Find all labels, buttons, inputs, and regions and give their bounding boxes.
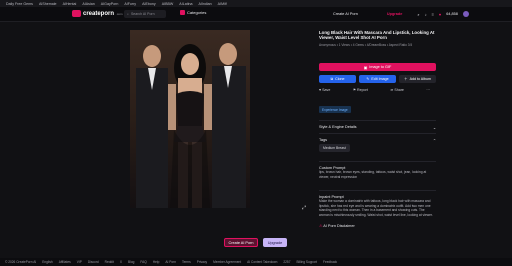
- share-button[interactable]: ➦ Share: [390, 88, 404, 92]
- page-title: Long Black Hair With Mascara And Lipstic…: [319, 30, 435, 41]
- search-icon[interactable]: ⌕: [417, 12, 419, 17]
- report-label: Report: [357, 88, 368, 92]
- image-to-gif-button[interactable]: ▣ Image to GIF: [319, 63, 436, 71]
- chevron-up-icon: ⌃: [432, 139, 436, 143]
- upgrade-button[interactable]: Upgrade: [263, 238, 287, 247]
- footer-link[interactable]: Discord: [88, 260, 99, 264]
- footer: © 2026 CreatePorn AI English Affiliates …: [0, 258, 512, 266]
- footer-link[interactable]: AI Porn: [165, 260, 176, 264]
- top-links-bar: Daily Free Gems AIShemale AIHentai AIAsi…: [0, 0, 512, 7]
- top-link[interactable]: AIEbony: [142, 2, 156, 6]
- copyright: © 2026 CreatePorn AI: [5, 260, 37, 264]
- search-placeholder: Search AI Porn: [130, 12, 155, 16]
- secondary-actions: ♥ Save ⚑ Report ➦ Share ⋯: [319, 88, 436, 92]
- footer-link[interactable]: AI Content Takedown: [247, 260, 277, 264]
- style-engine-section[interactable]: Style & Engine Details ⌄: [319, 120, 436, 130]
- categories-button[interactable]: Categories: [180, 10, 206, 15]
- footer-link[interactable]: Reddit: [105, 260, 114, 264]
- heart-icon[interactable]: ♥: [439, 12, 441, 17]
- footer-link[interactable]: 2257: [283, 260, 290, 264]
- inpaint-prompt-section[interactable]: Inpaint Prompt: [319, 190, 436, 199]
- categories-label: Categories: [187, 10, 207, 15]
- top-link[interactable]: AIHentai: [63, 2, 77, 6]
- avatar[interactable]: [462, 11, 469, 17]
- navbar-actions: Create AI Porn Upgrade ⌕ ♪ ≡ ♥ 64,858: [333, 11, 469, 17]
- edit-image-button[interactable]: ✎ Edit Image: [359, 75, 396, 83]
- disclaimer-link[interactable]: ⚠ AI Porn Disclaimer: [319, 223, 355, 228]
- album-icon: ＋: [404, 76, 408, 81]
- footer-link[interactable]: FAQ: [140, 260, 146, 264]
- main-navbar: createporn .com ⌕ Search AI Porn Categor…: [0, 7, 512, 22]
- experience-image-badge[interactable]: Experience Image: [319, 106, 351, 113]
- footer-link[interactable]: Blog: [128, 260, 134, 264]
- nav-icon-group: ⌕ ♪ ≡ ♥: [417, 12, 441, 17]
- top-link[interactable]: Daily Free Gems: [6, 2, 33, 6]
- generated-image-art: [130, 30, 250, 208]
- footer-link[interactable]: Help: [153, 260, 160, 264]
- add-to-album-label: Add to Album: [409, 77, 431, 81]
- top-link[interactable]: AIFurry: [124, 2, 136, 6]
- disclaimer-label: AI Porn Disclaimer: [323, 224, 355, 228]
- footer-link[interactable]: English: [42, 260, 52, 264]
- expand-icon[interactable]: ⤢: [302, 205, 306, 211]
- footer-link[interactable]: Member Agreement: [213, 260, 241, 264]
- generated-image[interactable]: [130, 30, 250, 208]
- search-icon: ⌕: [127, 12, 129, 16]
- search-input[interactable]: ⌕ Search AI Porn: [124, 10, 166, 18]
- top-link[interactable]: AIAsian: [82, 2, 94, 6]
- add-to-album-button[interactable]: ＋ Add to Album: [399, 75, 436, 83]
- image-meta: Anonymous • 1 Views • 4 Gems • 4/DreamBo…: [319, 42, 413, 47]
- create-ai-porn-link[interactable]: Create AI Porn: [333, 12, 358, 16]
- footer-link[interactable]: Billing Support: [296, 260, 317, 264]
- top-link[interactable]: AIShemale: [39, 2, 57, 6]
- save-button[interactable]: ♥ Save: [319, 88, 330, 92]
- brand-suffix: .com: [116, 11, 123, 16]
- tag-pill[interactable]: Medium Breast: [319, 144, 350, 152]
- chevron-down-icon: ⌄: [432, 126, 436, 130]
- clone-button[interactable]: ⧉ Clone: [319, 75, 356, 83]
- grid-icon: [180, 10, 185, 15]
- top-link[interactable]: AIBBW: [162, 2, 174, 6]
- brand-logo[interactable]: createporn .com: [72, 10, 123, 17]
- footer-link[interactable]: Affiliates: [59, 260, 71, 264]
- clone-label: Clone: [335, 77, 345, 81]
- footer-link[interactable]: Privacy: [197, 260, 207, 264]
- brand-name: createporn: [83, 10, 115, 17]
- edit-image-label: Edit Image: [371, 77, 389, 81]
- gif-icon: ▣: [363, 65, 368, 70]
- image-to-gif-label: Image to GIF: [369, 65, 392, 69]
- edit-icon: ✎: [366, 77, 370, 81]
- clone-icon: ⧉: [330, 77, 334, 81]
- style-engine-label: Style & Engine Details: [319, 125, 357, 129]
- footer-link[interactable]: Terms: [182, 260, 191, 264]
- top-link[interactable]: AIGayPorn: [101, 2, 119, 6]
- footer-link[interactable]: Feedback: [323, 260, 337, 264]
- save-label: Save: [322, 88, 331, 92]
- upgrade-link[interactable]: Upgrade: [387, 12, 402, 16]
- footer-link[interactable]: X: [120, 260, 122, 264]
- warning-icon: ⚠: [319, 224, 323, 228]
- menu-icon[interactable]: ≡: [432, 12, 434, 17]
- custom-prompt-section[interactable]: Custom Prompt: [319, 161, 436, 170]
- top-link[interactable]: AILatina: [179, 2, 192, 6]
- report-button[interactable]: ⚑ Report: [353, 88, 368, 92]
- footer-link[interactable]: VIP: [77, 260, 82, 264]
- inpaint-prompt-text: Make the woman a dominatrix with tattoos…: [319, 199, 433, 217]
- tags-label: Tags: [319, 138, 328, 142]
- gem-credits: 64,858: [446, 12, 458, 16]
- top-link[interactable]: AIMilf: [218, 2, 227, 6]
- more-icon[interactable]: ⋯: [426, 88, 430, 92]
- logo-icon: [72, 10, 81, 17]
- create-ai-porn-button[interactable]: Create AI Porn: [224, 238, 258, 247]
- action-row: ⧉ Clone ✎ Edit Image ＋ Add to Album: [319, 75, 436, 83]
- bell-icon[interactable]: ♪: [425, 12, 427, 17]
- top-link[interactable]: AIIndian: [198, 2, 211, 6]
- tags-section[interactable]: Tags ⌃: [319, 133, 436, 143]
- custom-prompt-text: lips, brown hair, brown eyes, standing, …: [319, 170, 427, 179]
- share-label: Share: [394, 88, 404, 92]
